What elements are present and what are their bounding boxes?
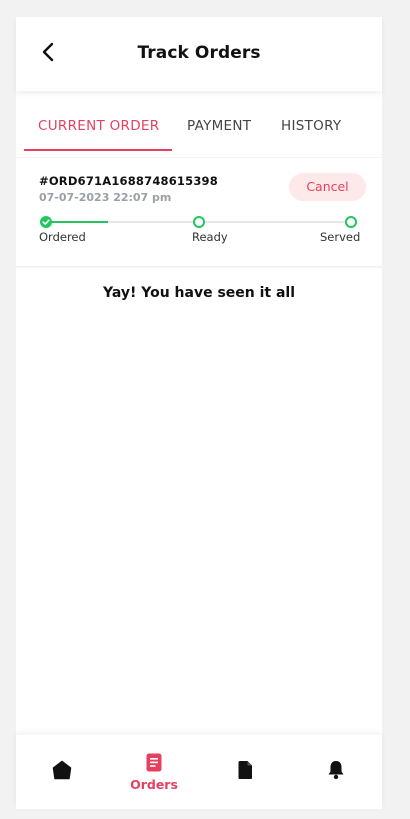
nav-home[interactable] [52, 760, 72, 784]
order-card[interactable]: #ORD671A1688748615398 07-07-2023 22:07 p… [16, 157, 382, 267]
tab-bar: CURRENT ORDER PAYMENT HISTORY [16, 112, 382, 152]
page-title: Track Orders [137, 43, 261, 63]
orders-icon [146, 753, 162, 772]
tab-history[interactable]: HISTORY [281, 118, 341, 134]
step-ordered-check-icon [40, 216, 52, 228]
tab-payment[interactable]: PAYMENT [187, 118, 251, 134]
progress-fill [46, 221, 108, 223]
order-id: #ORD671A1688748615398 [39, 174, 218, 188]
document-icon [238, 761, 252, 779]
nav-orders-label: Orders [130, 777, 178, 792]
step-served-dot-icon [345, 216, 357, 228]
header-bar: Track Orders [16, 17, 382, 91]
bottom-navigation: Orders [16, 735, 382, 809]
step-label-ordered: Ordered [39, 230, 86, 244]
cancel-order-button[interactable]: Cancel [289, 173, 366, 201]
step-label-served: Served [320, 230, 361, 244]
nav-documents[interactable] [237, 760, 253, 784]
tab-current-order[interactable]: CURRENT ORDER [38, 118, 159, 134]
nav-notifications[interactable] [327, 760, 345, 784]
active-tab-indicator [24, 149, 172, 151]
app-screen: Track Orders CURRENT ORDER PAYMENT HISTO… [16, 17, 382, 809]
home-icon [52, 760, 72, 780]
order-datetime: 07-07-2023 22:07 pm [39, 191, 172, 204]
step-label-ready: Ready [192, 230, 228, 244]
step-ready-dot-icon [193, 216, 205, 228]
end-of-list-message: Yay! You have seen it all [102, 285, 296, 301]
bell-icon [328, 761, 344, 780]
